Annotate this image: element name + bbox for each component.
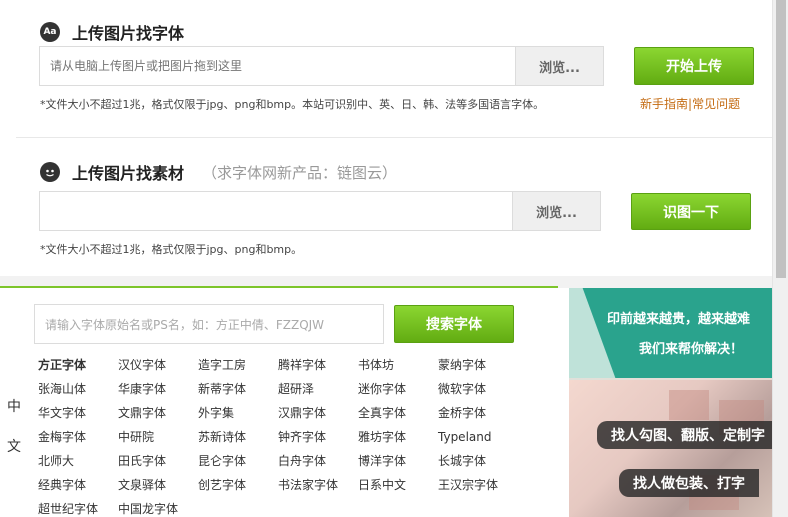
font-brand-link[interactable]: 金梅字体 bbox=[38, 428, 118, 446]
font-brand-link[interactable]: 造字工房 bbox=[198, 356, 278, 374]
font-brand-link[interactable]: 文鼎字体 bbox=[118, 404, 198, 422]
section-subtitle: （求字体网新产品：链图云） bbox=[202, 163, 398, 182]
ad-tag-packaging: 找人做包装、打字 bbox=[619, 469, 759, 497]
font-aa-icon: Aa bbox=[40, 22, 60, 42]
chinese-label-top: 中 bbox=[7, 399, 21, 415]
font-brand-link[interactable]: 田氏字体 bbox=[118, 452, 198, 470]
green-accent-line bbox=[0, 286, 558, 288]
font-brand-link[interactable]: 汉仪字体 bbox=[118, 356, 198, 374]
font-brand-link[interactable]: 王汉宗字体 bbox=[438, 476, 518, 494]
font-brand-link[interactable]: 蒙纳字体 bbox=[438, 356, 518, 374]
section-find-material-header: 上传图片找素材 （求字体网新产品：链图云） bbox=[40, 160, 397, 184]
section-title: 上传图片找字体 bbox=[72, 24, 185, 43]
font-image-upload-field[interactable] bbox=[40, 47, 515, 85]
section-title: 上传图片找素材 bbox=[72, 164, 185, 183]
section-find-font-header: Aa 上传图片找字体 bbox=[40, 20, 184, 44]
font-brand-link[interactable]: 北师大 bbox=[38, 452, 118, 470]
search-font-button[interactable]: 搜索字体 bbox=[394, 305, 514, 343]
upload-note: *文件大小不超过1兆，格式仅限于jpg、png和bmp。 bbox=[40, 243, 303, 256]
font-brand-link[interactable]: 华文字体 bbox=[38, 404, 118, 422]
scrollbar-thumb[interactable] bbox=[776, 0, 786, 278]
font-brand-link[interactable]: Typeland bbox=[438, 428, 518, 446]
font-brand-link[interactable]: 中研院 bbox=[118, 428, 198, 446]
font-brand-link[interactable]: 华康字体 bbox=[118, 380, 198, 398]
page-scrollbar[interactable] bbox=[772, 0, 788, 517]
section-divider bbox=[16, 137, 772, 138]
identify-image-button[interactable]: 识图一下 bbox=[631, 193, 751, 230]
chinese-label-bottom: 文 bbox=[7, 439, 21, 455]
font-brand-link[interactable]: 迷你字体 bbox=[358, 380, 438, 398]
font-brand-link[interactable]: 日系中文 bbox=[358, 476, 438, 494]
material-image-upload-field[interactable] bbox=[40, 192, 512, 230]
font-brand-link[interactable]: 超研泽 bbox=[278, 380, 358, 398]
ad-subheadline: 我们来帮你解决！ bbox=[639, 342, 744, 357]
font-brand-link[interactable]: 张海山体 bbox=[38, 380, 118, 398]
newbie-guide-link[interactable]: 新手指南 bbox=[640, 97, 688, 111]
font-brand-link[interactable]: 超世纪字体 bbox=[38, 500, 118, 517]
browse-button[interactable]: 浏览... bbox=[512, 192, 600, 230]
font-brand-link[interactable]: 微软字体 bbox=[438, 380, 518, 398]
faq-link[interactable]: 常见问题 bbox=[692, 97, 740, 111]
font-brand-link[interactable]: 雅坊字体 bbox=[358, 428, 438, 446]
ad-headline: 印前越来越贵，越来越难 bbox=[607, 312, 751, 327]
font-brand-link[interactable]: 昆仑字体 bbox=[198, 452, 278, 470]
font-brand-link[interactable]: 汉鼎字体 bbox=[278, 404, 358, 422]
upload-note: *文件大小不超过1兆，格式仅限于jpg、png和bmp。本站可识别中、英、日、韩… bbox=[40, 98, 545, 111]
font-brand-link[interactable]: 书法家字体 bbox=[278, 476, 358, 494]
ad-tag-design: 找人勾图、翻版、定制字 bbox=[597, 421, 772, 449]
font-brand-link[interactable]: 全真字体 bbox=[358, 404, 438, 422]
ad-banner[interactable]: 印前越来越贵，越来越难 我们来帮你解决！ 找人勾图、翻版、定制字 找人做包装、打… bbox=[569, 288, 772, 517]
font-brand-list: 方正字体 汉仪字体 造字工房 腾祥字体 书体坊 蒙纳字体张海山体 华康字体 新蒂字体 超研泽 迷你… bbox=[38, 356, 538, 517]
font-brand-link[interactable]: 创艺字体 bbox=[198, 476, 278, 494]
search-placeholder: 请输入字体原始名或PS名，如：方正中倩、FZZQJW bbox=[45, 317, 325, 332]
page: Aa 上传图片找字体 浏览... 开始上传 *文件大小不超过1兆，格式仅限于jp… bbox=[0, 0, 788, 517]
font-brand-link[interactable]: 苏新诗体 bbox=[198, 428, 278, 446]
font-brand-link[interactable]: 钟齐字体 bbox=[278, 428, 358, 446]
font-brand-link[interactable]: 外字集 bbox=[198, 404, 278, 422]
browse-button[interactable]: 浏览... bbox=[515, 47, 603, 85]
font-upload-box: 浏览... bbox=[39, 46, 604, 86]
font-brand-link[interactable]: 书体坊 bbox=[358, 356, 438, 374]
font-brand-link[interactable]: 金桥字体 bbox=[438, 404, 518, 422]
font-brand-link[interactable]: 白舟字体 bbox=[278, 452, 358, 470]
font-brand-link[interactable]: 文泉驿体 bbox=[118, 476, 198, 494]
font-brand-link[interactable]: 新蒂字体 bbox=[198, 380, 278, 398]
material-upload-box: 浏览... bbox=[39, 191, 601, 231]
help-links: 新手指南|常见问题 bbox=[640, 95, 740, 112]
font-search-input[interactable]: 请输入字体原始名或PS名，如：方正中倩、FZZQJW bbox=[34, 304, 384, 344]
font-brand-link[interactable]: 中国龙字体 bbox=[118, 500, 198, 517]
ad-photo-tile bbox=[669, 390, 709, 420]
start-upload-button[interactable]: 开始上传 bbox=[634, 47, 754, 85]
font-brand-link[interactable]: 博洋字体 bbox=[358, 452, 438, 470]
font-brand-link[interactable]: 方正字体 bbox=[38, 356, 118, 374]
font-brand-link[interactable]: 腾祥字体 bbox=[278, 356, 358, 374]
font-brand-link[interactable]: 长城字体 bbox=[438, 452, 518, 470]
face-icon bbox=[40, 162, 60, 182]
font-brand-link[interactable]: 经典字体 bbox=[38, 476, 118, 494]
